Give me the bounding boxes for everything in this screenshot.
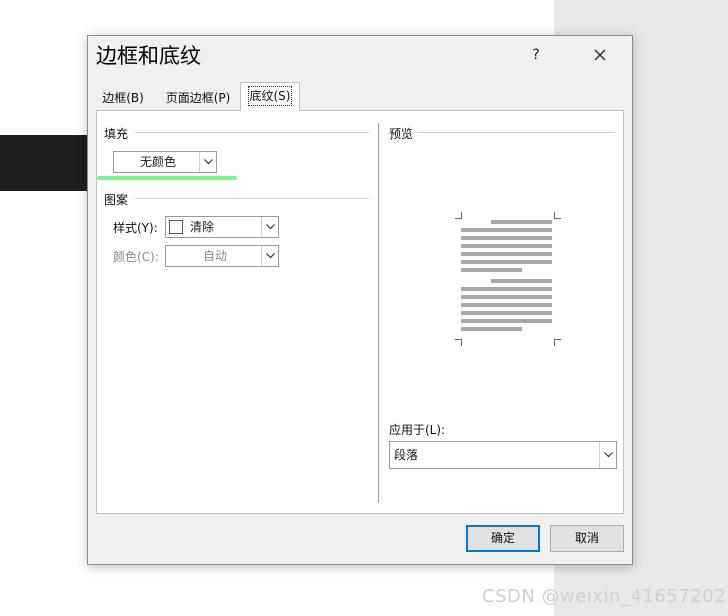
close-button[interactable] [582, 40, 618, 70]
fill-divider [135, 132, 369, 133]
preview-line [461, 303, 552, 307]
pattern-divider [135, 198, 369, 199]
pattern-style-value: 清除 [190, 220, 215, 234]
ok-button[interactable]: 确定 [466, 525, 540, 552]
preview-line [491, 220, 552, 224]
tab-shading[interactable]: 底纹(S) [240, 82, 300, 111]
apply-to-dropdown[interactable]: 段落 [389, 441, 617, 469]
pattern-color-label: 颜色(C): [113, 250, 159, 264]
chevron-down-icon [261, 217, 278, 237]
preview-corner-tr [554, 212, 561, 219]
pattern-section-title: 图案 [104, 193, 129, 207]
tab-borders-label: 边框(B) [102, 91, 144, 105]
preview-corner-br [554, 339, 561, 346]
preview-line [461, 236, 552, 240]
preview-line [461, 244, 552, 248]
preview-corner-bl [455, 339, 462, 346]
preview-line [461, 268, 522, 272]
pattern-color-value: 自动 [202, 249, 227, 263]
pattern-swatch [169, 220, 183, 234]
preview-line [491, 279, 552, 283]
chevron-down-icon [261, 246, 278, 266]
background-dark-bar [0, 135, 90, 191]
pattern-color-dropdown[interactable]: 自动 [165, 245, 279, 267]
preview-line [461, 295, 552, 299]
chevron-down-icon [599, 442, 616, 468]
apply-to-value: 段落 [394, 448, 419, 462]
fill-color-dropdown[interactable]: 无颜色 [113, 151, 217, 173]
preview-line [461, 327, 522, 331]
preview-line [461, 260, 552, 264]
preview-image [455, 212, 561, 346]
tab-page-border[interactable]: 页面边框(P) [156, 87, 240, 109]
section-separator [378, 123, 379, 503]
preview-divider [417, 132, 615, 133]
preview-line [461, 287, 552, 291]
chevron-down-icon [199, 152, 216, 172]
fill-color-value: 无颜色 [139, 155, 176, 169]
preview-corner-tl [455, 212, 462, 219]
apply-to-label: 应用于(L): [389, 423, 446, 437]
preview-line [461, 252, 552, 256]
preview-line [461, 228, 552, 232]
tab-shading-label: 底纹(S) [247, 86, 293, 106]
watermark-text: CSDN @weixin_41657202 [482, 586, 727, 607]
preview-section-title: 预览 [389, 127, 414, 141]
preview-line [461, 311, 552, 315]
style-label: 样式(Y): [113, 221, 158, 235]
pattern-style-dropdown[interactable]: 清除 [165, 216, 279, 238]
highlight-underline [97, 176, 237, 180]
help-button[interactable]: ? [518, 40, 554, 70]
close-icon [594, 49, 606, 61]
dialog-title: 边框和底纹 [96, 44, 201, 68]
fill-section-title: 填充 [104, 127, 129, 141]
preview-line [461, 319, 552, 323]
tab-borders[interactable]: 边框(B) [97, 87, 149, 109]
tab-page-border-label: 页面边框(P) [165, 91, 231, 105]
cancel-button[interactable]: 取消 [550, 525, 624, 552]
